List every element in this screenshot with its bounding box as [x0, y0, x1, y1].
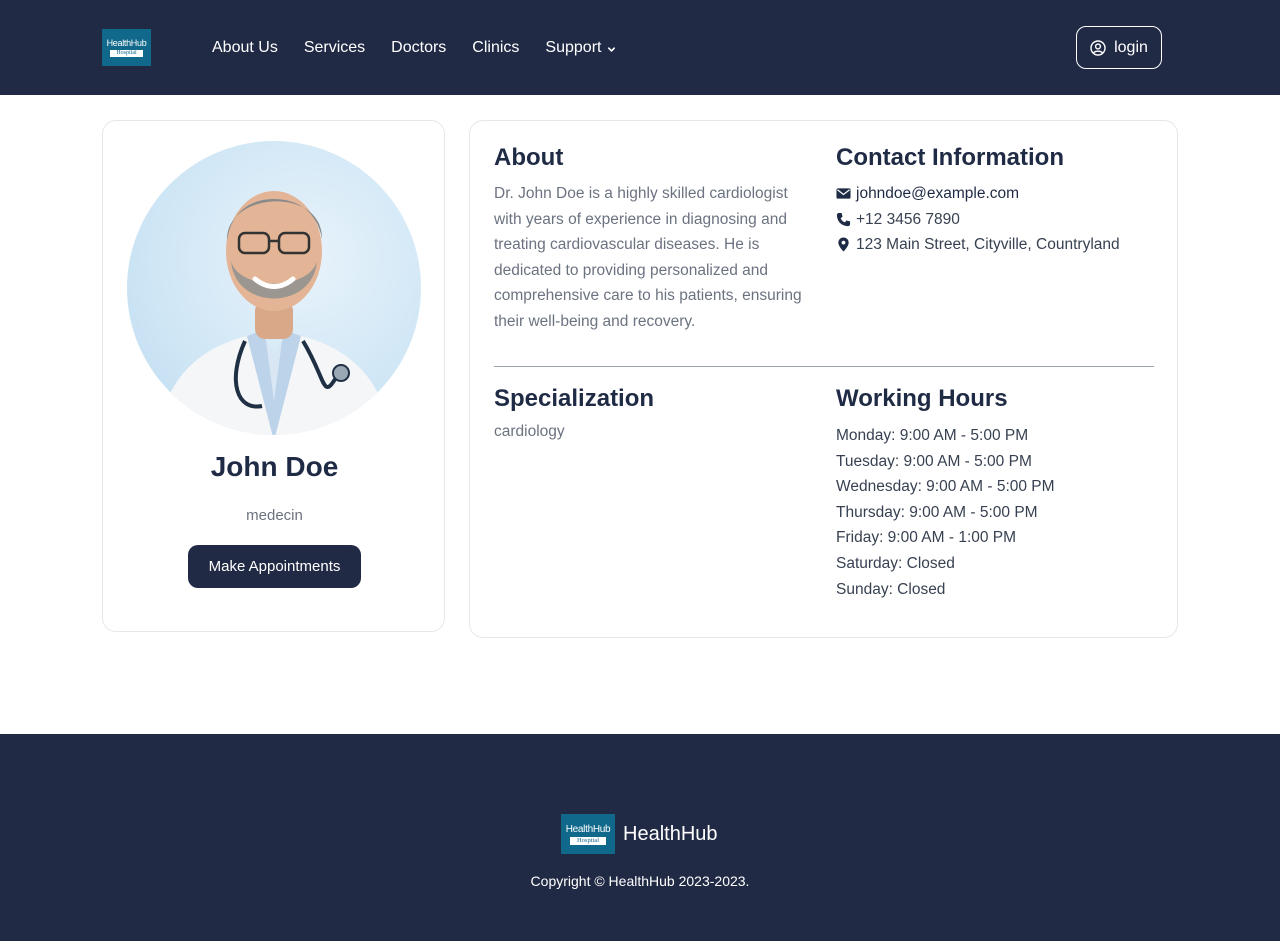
- nav-clinics[interactable]: Clinics: [472, 38, 519, 58]
- site-footer: HealthHub Hospital HealthHub Copyright ©…: [0, 734, 1280, 941]
- doctor-photo: [127, 141, 421, 435]
- hours-thursday: Thursday: 9:00 AM - 5:00 PM: [836, 503, 1038, 521]
- map-marker-icon: [838, 237, 849, 253]
- hours-friday: Friday: 9:00 AM - 1:00 PM: [836, 529, 1017, 547]
- specialization-value: cardiology: [494, 423, 565, 440]
- make-appointments-button[interactable]: Make Appointments: [188, 545, 361, 588]
- user-circle-icon: [1090, 39, 1106, 56]
- nav-support-label: Support: [545, 39, 602, 56]
- contact-phone: +12 3456 7890: [856, 210, 960, 228]
- working-hours-list: Monday: 9:00 AM - 5:00 PM Tuesday: 9:00 …: [836, 423, 1055, 602]
- hours-wednesday: Wednesday: 9:00 AM - 5:00 PM: [836, 478, 1055, 496]
- footer-brand[interactable]: HealthHub Hospital HealthHub: [561, 814, 718, 854]
- nav-about-us[interactable]: About Us: [212, 38, 278, 58]
- hours-monday: Monday: 9:00 AM - 5:00 PM: [836, 427, 1029, 444]
- contact-title: Contact Information: [836, 144, 1064, 171]
- contact-email[interactable]: johndoe@example.com: [856, 181, 1019, 207]
- about-text: Dr. John Doe is a highly skilled cardiol…: [494, 185, 802, 330]
- site-header: HealthHub Hospital About Us Services Doc…: [0, 0, 1280, 95]
- nav-doctors[interactable]: Doctors: [391, 38, 446, 58]
- doctor-portrait-illustration: [157, 191, 391, 435]
- main-nav: About Us Services Doctors Clinics Suppor…: [212, 38, 642, 58]
- contact-phone-row: +12 3456 7890: [836, 207, 1120, 233]
- footer-brand-name: HealthHub: [623, 822, 718, 845]
- login-label: login: [1114, 38, 1148, 56]
- doctor-profile-card: John Doe medecin Make Appointments: [102, 120, 445, 632]
- envelope-icon: [836, 188, 851, 199]
- about-title: About: [494, 144, 564, 171]
- hours-tuesday: Tuesday: 9:00 AM - 5:00 PM: [836, 452, 1032, 470]
- contact-email-row[interactable]: johndoe@example.com: [836, 181, 1120, 207]
- working-hours-title: Working Hours: [836, 385, 1008, 412]
- contact-list: johndoe@example.com +12 3456 7890 123 Ma…: [836, 181, 1120, 258]
- doctor-name: John Doe: [210, 451, 339, 482]
- section-divider: [494, 366, 1154, 367]
- copyright-text: Copyright © HealthHub 2023-2023.: [530, 873, 750, 889]
- contact-address-row: 123 Main Street, Cityville, Countryland: [836, 232, 1120, 258]
- specialization-title: Specialization: [494, 385, 655, 412]
- footer-logo: HealthHub Hospital: [561, 814, 615, 854]
- healthhub-logo[interactable]: HealthHub Hospital: [102, 29, 151, 66]
- nav-services[interactable]: Services: [304, 38, 365, 58]
- hours-sunday: Sunday: Closed: [836, 580, 946, 598]
- doctor-role: medecin: [246, 507, 303, 524]
- login-button[interactable]: login: [1076, 26, 1162, 69]
- chevron-down-icon: [608, 46, 616, 52]
- doctor-info-card: About Dr. John Doe is a highly skilled c…: [469, 120, 1178, 638]
- hours-saturday: Saturday: Closed: [836, 554, 955, 572]
- nav-support[interactable]: Support: [545, 38, 616, 58]
- phone-icon: [836, 212, 851, 226]
- contact-address: 123 Main Street, Cityville, Countryland: [856, 236, 1120, 254]
